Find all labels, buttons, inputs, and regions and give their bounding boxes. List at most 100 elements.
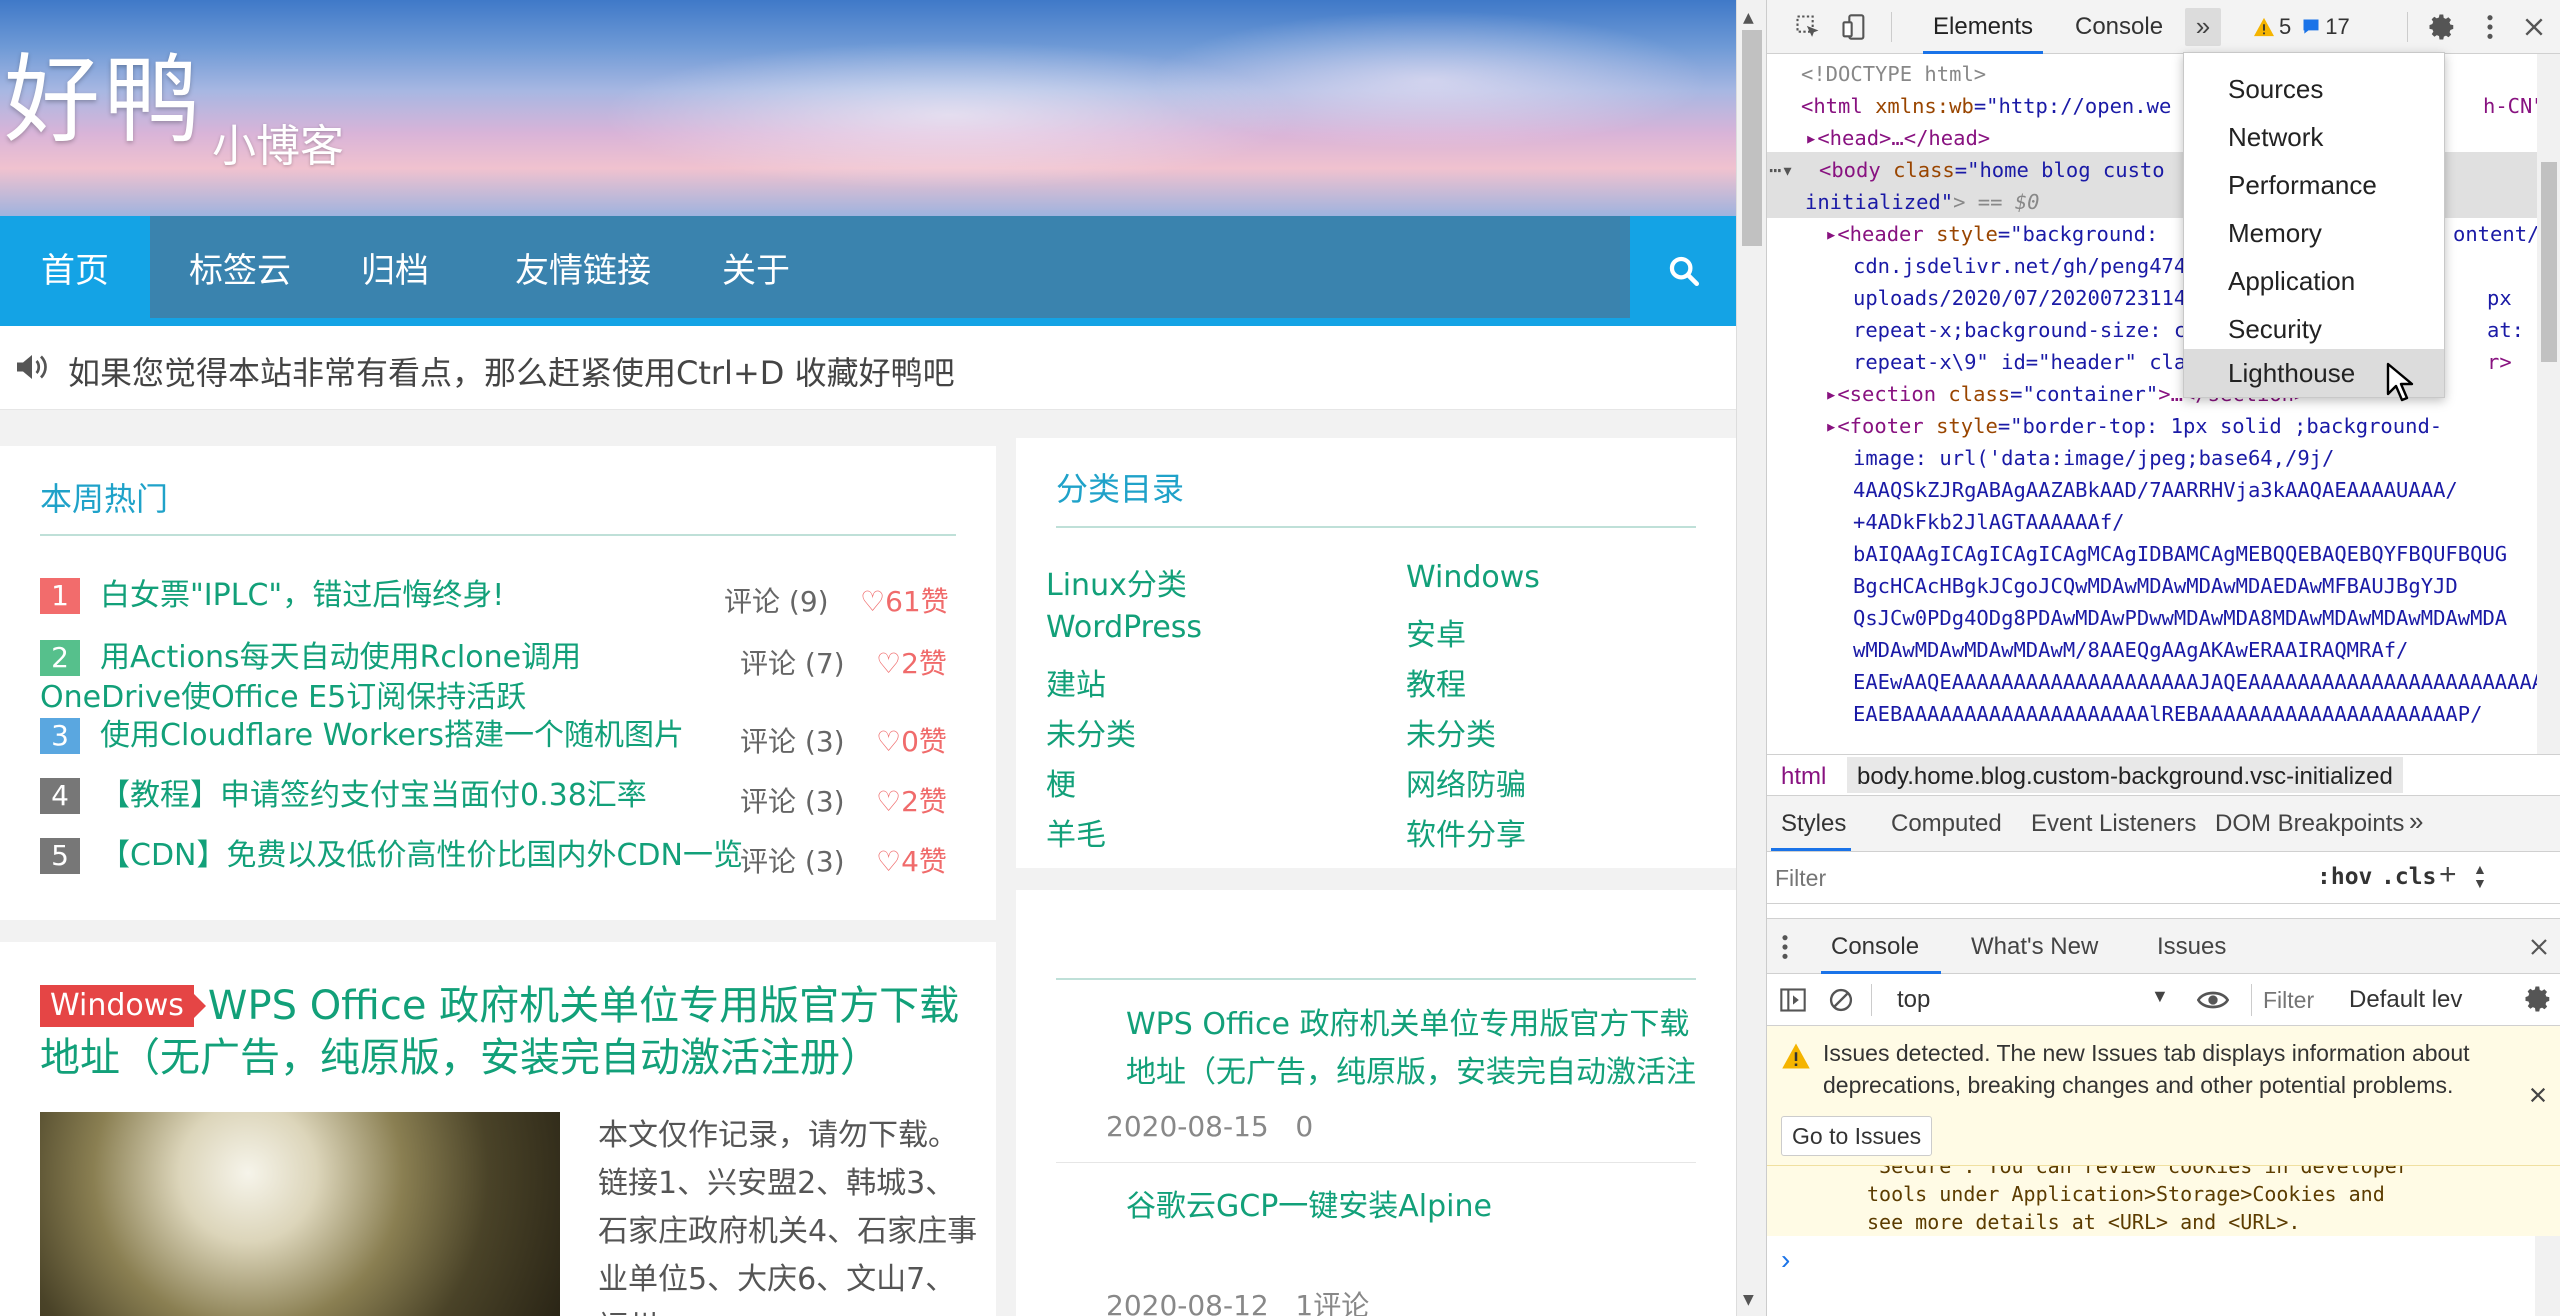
- tree-line[interactable]: repeat-x\9" id="header" cla: [1853, 346, 2186, 379]
- tab-console[interactable]: Console: [2075, 0, 2163, 54]
- console-input[interactable]: ›: [1767, 1236, 2560, 1316]
- hot-post-comments[interactable]: 评论 (3): [740, 840, 845, 880]
- close-icon[interactable]: [2515, 8, 2553, 46]
- menu-item-sources[interactable]: Sources: [2184, 65, 2444, 113]
- category-link[interactable]: 安卓: [1406, 610, 1466, 654]
- nav-search-button[interactable]: [1632, 216, 1736, 326]
- category-link[interactable]: 网络防骗: [1406, 760, 1526, 804]
- cls-toggle[interactable]: .cls: [2381, 864, 2436, 890]
- tree-line[interactable]: +4ADkFkb2JlAGTAAAAAAf/: [1853, 506, 2125, 539]
- hot-post-comments[interactable]: 评论 (7): [740, 642, 845, 682]
- close-banner-icon[interactable]: [2529, 1086, 2547, 1104]
- post-title-line2[interactable]: 地址（无广告，纯原版，安装完自动激活注册）: [40, 1032, 880, 1084]
- category-link[interactable]: 软件分享: [1406, 810, 1526, 854]
- console-filter-input[interactable]: [2261, 982, 2341, 1018]
- close-drawer-icon[interactable]: [2529, 937, 2549, 957]
- tree-line[interactable]: image: url('data:image/jpeg;base64,/9j/: [1853, 442, 2334, 475]
- hot-post-link[interactable]: 使用Cloudflare Workers搭建一个随机图片: [100, 716, 684, 756]
- hot-post-likes[interactable]: ♡2赞: [876, 642, 947, 682]
- tree-line-header[interactable]: ▸<header style="background:: [1825, 218, 2158, 251]
- category-link[interactable]: Windows: [1406, 560, 1540, 595]
- tree-line[interactable]: BgcHCAcHBgkJCgoJCQwMDAwMDAwMDAwMDAEDAwMF…: [1853, 570, 2458, 603]
- category-link[interactable]: 梗: [1046, 760, 1076, 804]
- hov-toggle[interactable]: :hov: [2317, 864, 2372, 890]
- menu-item-network[interactable]: Network: [2184, 113, 2444, 161]
- hot-post-link[interactable]: 【教程】申请签约支付宝当面付0.38汇率: [100, 776, 647, 816]
- post-category-tag[interactable]: Windows: [40, 985, 206, 1027]
- drawer-tab-whats-new[interactable]: What's New: [1971, 933, 2098, 961]
- menu-item-memory[interactable]: Memory: [2184, 209, 2444, 257]
- drawer-tab-issues[interactable]: Issues: [2157, 933, 2226, 961]
- recent-post-link-cont[interactable]: 地址（无广告，纯原版，安装完自动激活注: [1126, 1048, 1696, 1098]
- sidebar-toggle-icon[interactable]: [1779, 986, 1807, 1014]
- elements-scrollbar[interactable]: [2537, 54, 2560, 754]
- tab-computed[interactable]: Computed: [1891, 810, 2002, 838]
- nav-item-about[interactable]: 关于: [708, 216, 804, 326]
- scroll-down-arrow[interactable]: ▼: [1743, 1292, 1754, 1308]
- device-toolbar-icon[interactable]: [1835, 8, 1873, 46]
- menu-item-application[interactable]: Application: [2184, 257, 2444, 305]
- recent-post-link[interactable]: WPS Office 政府机关单位专用版官方下载: [1126, 1000, 1689, 1050]
- category-link[interactable]: 未分类: [1406, 710, 1496, 754]
- menu-item-security[interactable]: Security: [2184, 305, 2444, 353]
- node-ellipsis-icon[interactable]: ⋯▾: [1769, 154, 1794, 187]
- recent-post-link[interactable]: 谷歌云GCP一键安装Alpine: [1126, 1182, 1492, 1232]
- hot-post-likes[interactable]: ♡4赞: [876, 840, 947, 880]
- hot-post-comments[interactable]: 评论 (9): [724, 580, 829, 620]
- add-rule-plus-icon[interactable]: +: [2439, 858, 2457, 892]
- clear-console-icon[interactable]: [1827, 986, 1855, 1014]
- page-scrollbar[interactable]: ▲ ▼: [1736, 0, 1766, 1316]
- category-link[interactable]: 未分类: [1046, 710, 1136, 754]
- eye-icon[interactable]: [2197, 986, 2229, 1014]
- tree-line-footer[interactable]: ▸<footer style="border-top: 1px solid ;b…: [1825, 410, 2442, 443]
- settings-gear-icon[interactable]: [2423, 8, 2461, 46]
- hot-post-link[interactable]: 白女票"IPLC"，错过后悔终身!: [100, 576, 504, 616]
- post-thumbnail[interactable]: [40, 1112, 560, 1316]
- tree-line-body[interactable]: <body class="home blog custo: [1819, 154, 2165, 187]
- hot-post-likes[interactable]: ♡2赞: [876, 780, 947, 820]
- scroll-thumb[interactable]: [2541, 162, 2557, 362]
- category-link[interactable]: Linux分类: [1046, 560, 1187, 604]
- hot-post-comments[interactable]: 评论 (3): [740, 780, 845, 820]
- tree-line[interactable]: QsJCw0PDg4ODg8PDAwMDAwPDwwMDAwMDA8MDAwMD…: [1853, 602, 2507, 635]
- menu-item-performance[interactable]: Performance: [2184, 161, 2444, 209]
- drawer-menu-icon[interactable]: [1781, 933, 1789, 961]
- nav-item-archive[interactable]: 归档: [340, 216, 450, 326]
- drawer-tab-console[interactable]: Console: [1831, 933, 1919, 961]
- styles-filter-input[interactable]: [1773, 860, 2313, 896]
- tree-line[interactable]: uploads/2020/07/20200723114: [1853, 282, 2186, 315]
- tree-line[interactable]: EAEBAAAAAAAAAAAAAAAAAAAAlREBAAAAAAAAAAAA…: [1853, 698, 2482, 731]
- hot-post-link[interactable]: 【CDN】免费以及低价高性价比国内外CDN一览: [100, 836, 743, 876]
- nav-item-links[interactable]: 友情链接: [498, 216, 668, 326]
- breadcrumb-body[interactable]: body.home.blog.custom-background.vsc-ini…: [1847, 757, 2403, 793]
- post-title[interactable]: Windows WPS Office 政府机关单位专用版官方下载: [40, 980, 980, 1032]
- console-settings-gear-icon[interactable]: [2523, 984, 2553, 1014]
- hot-post-link[interactable]: 用Actions每天自动使用Rclone调用OneDrive使Office E5…: [40, 638, 720, 718]
- tree-line[interactable]: repeat-x;background-size: c: [1853, 314, 2186, 347]
- hot-post-likes[interactable]: ♡61赞: [860, 580, 949, 620]
- nav-item-tag-cloud[interactable]: 标签云: [170, 216, 310, 326]
- more-tabs-chevron-icon[interactable]: »: [2185, 8, 2221, 46]
- tree-line[interactable]: <html xmlns:wb="http://open.we: [1801, 90, 2171, 123]
- issues-counter[interactable]: 5 17: [2253, 14, 2350, 40]
- nav-item-home[interactable]: 首页: [0, 216, 150, 326]
- breadcrumb-html[interactable]: html: [1781, 763, 1826, 791]
- tab-styles[interactable]: Styles: [1781, 810, 1846, 838]
- context-selector[interactable]: top: [1897, 986, 1930, 1014]
- tab-dom-breakpoints[interactable]: DOM Breakpoints: [2215, 810, 2404, 838]
- scroll-up-arrow[interactable]: ▲: [1743, 10, 1754, 26]
- category-link[interactable]: WordPress: [1046, 610, 1202, 645]
- tree-line[interactable]: cdn.jsdelivr.net/gh/peng474: [1853, 250, 2186, 283]
- scroll-thumb[interactable]: [1742, 30, 1762, 246]
- tab-event-listeners[interactable]: Event Listeners: [2031, 810, 2196, 838]
- resize-arrows-icon[interactable]: ▲ ▼: [2473, 862, 2487, 890]
- tree-line-body-cont[interactable]: initialized"> == $0: [1805, 186, 2040, 219]
- kebab-menu-icon[interactable]: [2471, 8, 2509, 46]
- tree-line[interactable]: wMDAwMDAwMDAwMDAwM/8AAEQgAAgAKAwERAAIRAQ…: [1853, 634, 2408, 667]
- inspect-element-icon[interactable]: [1789, 8, 1827, 46]
- tree-line[interactable]: <!DOCTYPE html>: [1801, 58, 1986, 91]
- category-link[interactable]: 羊毛: [1046, 810, 1106, 854]
- tree-line[interactable]: EAEwAAQEAAAAAAAAAAAAAAAAAAAAJAQEAAAAAAAA…: [1853, 666, 2537, 699]
- go-to-issues-button[interactable]: Go to Issues: [1781, 1116, 1933, 1156]
- console-scrollbar[interactable]: [2535, 1236, 2560, 1316]
